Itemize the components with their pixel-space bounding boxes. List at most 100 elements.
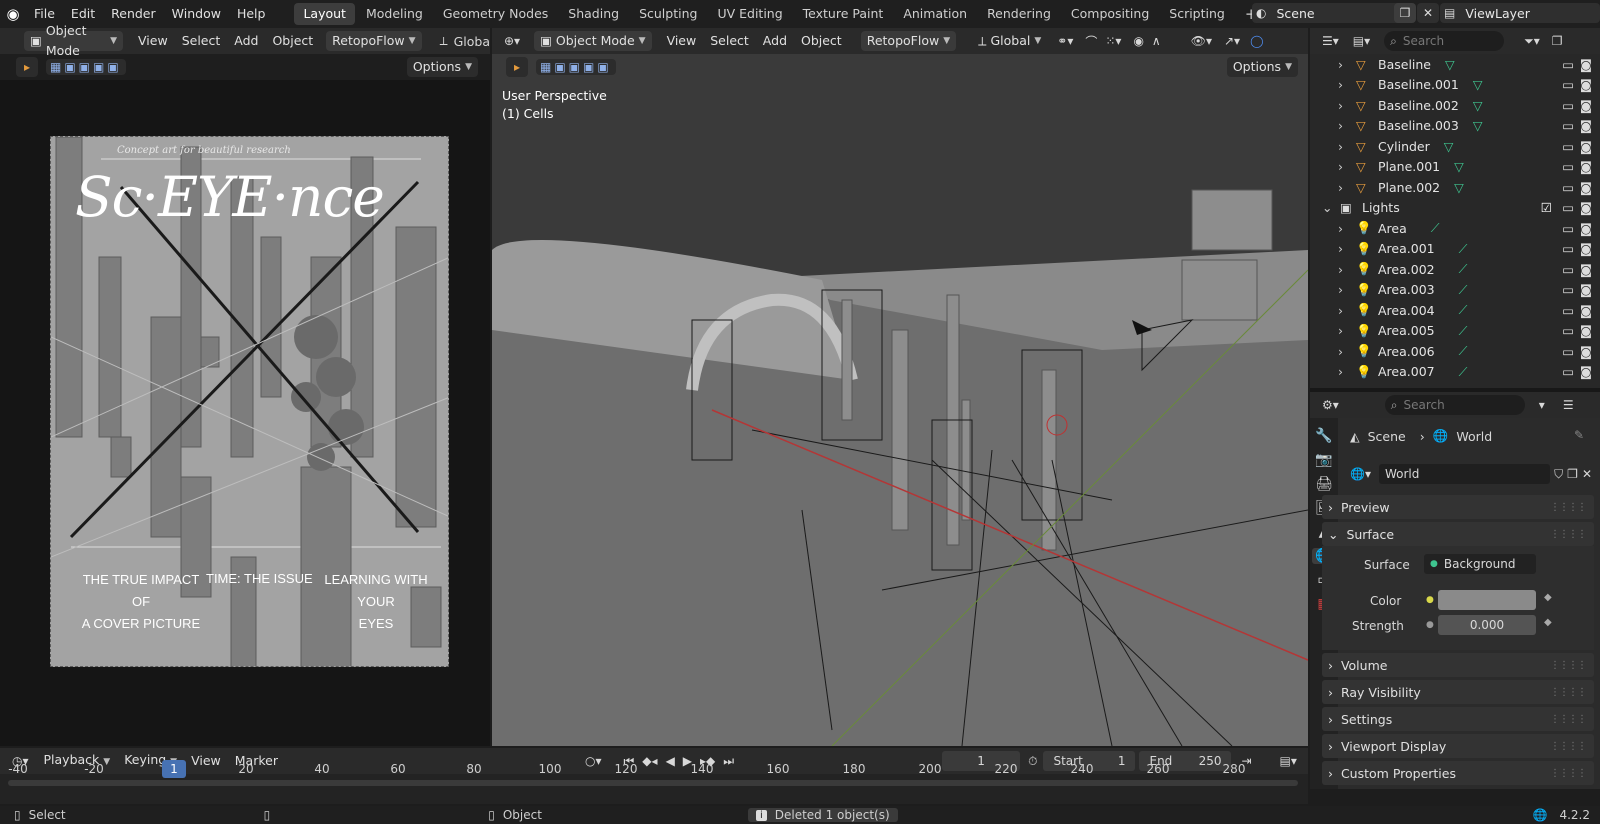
expand-arrow-icon[interactable]: › bbox=[1338, 98, 1352, 113]
outliner-row-area-002[interactable]: › 💡 Area.002 ⟋ ▭ ◙ bbox=[1310, 259, 1600, 280]
outliner-row-area[interactable]: › 💡 Area ⟋ ▭ ◙ bbox=[1310, 218, 1600, 239]
viewport-toggle-icon[interactable]: ▭ bbox=[1562, 344, 1574, 359]
tab-scripting[interactable]: Scripting bbox=[1160, 3, 1234, 25]
outliner-item-label[interactable]: Area.004 bbox=[1378, 303, 1435, 318]
tab-animation[interactable]: Animation bbox=[894, 3, 976, 25]
auto-key-icon[interactable]: ○▾ bbox=[585, 754, 602, 768]
outliner-item-label[interactable]: Area.002 bbox=[1378, 262, 1435, 277]
tab-sculpting[interactable]: Sculpting bbox=[630, 3, 706, 25]
viewport-options-dropdown[interactable]: Options ▼ bbox=[1226, 57, 1298, 77]
viewport-toggle-icon[interactable]: ▭ bbox=[1562, 77, 1574, 92]
render-toggle-icon[interactable]: ◙ bbox=[1580, 323, 1592, 338]
drag-grip-icon[interactable]: ⋮⋮⋮⋮ bbox=[1550, 741, 1587, 752]
outliner-row-lights[interactable]: ⌄ ▣ Lights ☑ ▭ ◙ bbox=[1310, 198, 1600, 219]
tab-shading[interactable]: Shading bbox=[559, 3, 628, 25]
list-icon[interactable]: ☰ bbox=[1563, 398, 1574, 412]
object-mode-dropdown[interactable]: ▣ Object Mode ▼ bbox=[24, 23, 124, 58]
strength-field[interactable]: 0.000 bbox=[1438, 615, 1536, 635]
render-toggle-icon[interactable]: ◙ bbox=[1580, 262, 1592, 277]
outliner-item-label[interactable]: Lights bbox=[1362, 200, 1400, 215]
expand-arrow-icon[interactable]: › bbox=[1338, 344, 1352, 359]
viewport-menu-view[interactable]: View bbox=[660, 28, 704, 54]
transform-orientation-dropdown[interactable]: ⟂ Global ▼ bbox=[972, 31, 1047, 51]
viewport-select-tool-icon[interactable]: ▸ bbox=[506, 57, 528, 77]
outliner-item-label[interactable]: Area bbox=[1378, 221, 1407, 236]
current-frame-indicator[interactable]: 1 bbox=[162, 760, 186, 778]
menu-add[interactable]: Add bbox=[227, 28, 265, 54]
menu-window[interactable]: Window bbox=[164, 0, 229, 28]
expand-arrow-icon[interactable]: › bbox=[1338, 159, 1352, 174]
viewport-toggle-icon[interactable]: ▭ bbox=[1562, 118, 1574, 133]
outliner-item-label[interactable]: Area.005 bbox=[1378, 323, 1435, 338]
expand-arrow-icon[interactable]: › bbox=[1338, 221, 1352, 236]
expand-arrow-icon[interactable]: › bbox=[1338, 77, 1352, 92]
select-tool-icon[interactable]: ▸ bbox=[16, 57, 38, 77]
color-swatch[interactable] bbox=[1438, 590, 1536, 610]
expand-arrow-icon[interactable]: ⌄ bbox=[1322, 200, 1336, 215]
menu-help[interactable]: Help bbox=[229, 0, 274, 28]
drag-grip-icon[interactable]: ⋮⋮⋮⋮ bbox=[1550, 660, 1587, 671]
chevron-down-icon[interactable]: ▾ bbox=[1539, 398, 1545, 412]
duplicate-icon[interactable]: ❐ bbox=[1567, 467, 1578, 481]
3d-viewport[interactable]: ⊕▾ ▣ Object Mode ▼ View Select Add Objec… bbox=[492, 28, 1308, 746]
delete-scene-button[interactable]: ✕ bbox=[1417, 3, 1439, 23]
timeline-menu-view[interactable]: View bbox=[184, 748, 228, 774]
outliner-row-area-005[interactable]: › 💡 Area.005 ⟋ ▭ ◙ bbox=[1310, 321, 1600, 342]
panel-ray-visibility[interactable]: › Ray Visibility ⋮⋮⋮⋮ bbox=[1322, 680, 1594, 704]
render-toggle-icon[interactable]: ◙ bbox=[1580, 139, 1592, 154]
surface-shader-field[interactable]: ● Background bbox=[1424, 554, 1536, 574]
jump-end-icon[interactable]: ⏭ bbox=[723, 754, 734, 769]
outliner-row-plane-001[interactable]: › ▽ Plane.001 ▽ ▭ ◙ bbox=[1310, 157, 1600, 178]
stopwatch-icon[interactable]: ⏱ bbox=[1028, 754, 1037, 769]
panel-surface[interactable]: ⌄ Surface ⋮⋮⋮⋮ bbox=[1322, 522, 1594, 546]
outliner-row-area-003[interactable]: › 💡 Area.003 ⟋ ▭ ◙ bbox=[1310, 280, 1600, 301]
viewport-toggle-icon[interactable]: ▭ bbox=[1562, 57, 1574, 72]
render-toggle-icon[interactable]: ◙ bbox=[1580, 200, 1592, 215]
timeline-view-icon[interactable]: ▤▾ bbox=[1280, 754, 1297, 768]
orientation-icon[interactable]: ⟂ bbox=[440, 34, 448, 49]
outliner-item-label[interactable]: Area.007 bbox=[1378, 364, 1435, 379]
editor-type-icon[interactable]: ⊕▾ bbox=[504, 34, 520, 48]
outliner-editor-icon[interactable]: ☰▾ bbox=[1322, 34, 1339, 48]
render-toggle-icon[interactable]: ◙ bbox=[1580, 77, 1592, 92]
expand-arrow-icon[interactable]: › bbox=[1338, 282, 1352, 297]
render-toggle-icon[interactable]: ◙ bbox=[1580, 241, 1592, 256]
tab-texture-paint[interactable]: Texture Paint bbox=[794, 3, 893, 25]
output-tab-icon[interactable]: 🖨 bbox=[1315, 476, 1333, 492]
panel-custom-properties[interactable]: › Custom Properties ⋮⋮⋮⋮ bbox=[1322, 761, 1594, 785]
drag-grip-icon[interactable]: ⋮⋮⋮⋮ bbox=[1550, 502, 1587, 513]
viewport-toggle-icon[interactable]: ▭ bbox=[1562, 364, 1574, 379]
tab-uv-editing[interactable]: UV Editing bbox=[708, 3, 791, 25]
expand-arrow-icon[interactable]: › bbox=[1338, 364, 1352, 379]
unlink-icon[interactable]: ✕ bbox=[1582, 467, 1592, 481]
strength-keyframe-icon[interactable]: ◆ bbox=[1544, 617, 1552, 628]
view-layer-selector[interactable]: ▤ ViewLayer bbox=[1440, 3, 1600, 23]
drag-grip-icon[interactable]: ⋮⋮⋮⋮ bbox=[1550, 529, 1587, 540]
prev-keyframe-icon[interactable]: ◆◂ bbox=[642, 754, 657, 769]
outliner-row-baseline-003[interactable]: › ▽ Baseline.003 ▽ ▭ ◙ bbox=[1310, 116, 1600, 137]
viewport-toggle-icon[interactable]: ▭ bbox=[1562, 180, 1574, 195]
options-dropdown[interactable]: Options ▼ bbox=[406, 57, 478, 77]
viewport-toggle-icon[interactable]: ▭ bbox=[1562, 241, 1574, 256]
gizmo-icon[interactable]: ↗▾ bbox=[1224, 34, 1240, 48]
tool-tab-icon[interactable]: 🔧 bbox=[1315, 428, 1332, 444]
panel-settings[interactable]: › Settings ⋮⋮⋮⋮ bbox=[1322, 707, 1594, 731]
expand-arrow-icon[interactable]: › bbox=[1338, 57, 1352, 72]
viewport-retopoflow-dropdown[interactable]: RetopoFlow ▼ bbox=[860, 31, 957, 51]
render-tab-icon[interactable]: 📷 bbox=[1315, 452, 1332, 468]
pivot-icon[interactable]: ⚭▾ bbox=[1057, 34, 1073, 48]
outliner-search-field[interactable]: ⌕ Search bbox=[1384, 31, 1505, 51]
tab-compositing[interactable]: Compositing bbox=[1062, 3, 1158, 25]
outliner-item-label[interactable]: Area.006 bbox=[1378, 344, 1435, 359]
render-toggle-icon[interactable]: ◙ bbox=[1580, 98, 1592, 113]
drag-grip-icon[interactable]: ⋮⋮⋮⋮ bbox=[1550, 768, 1587, 779]
timeline-scrollbar[interactable] bbox=[8, 780, 1298, 786]
expand-arrow-icon[interactable]: › bbox=[1338, 303, 1352, 318]
new-collection-icon[interactable]: ❐ bbox=[1552, 34, 1563, 48]
pin-icon[interactable]: ✎ bbox=[1574, 428, 1584, 442]
expand-arrow-icon[interactable]: › bbox=[1338, 118, 1352, 133]
select-mode-buttons[interactable]: ▦▣▣▣▣ bbox=[46, 59, 126, 75]
outliner-item-label[interactable]: Plane.001 bbox=[1378, 159, 1440, 174]
overlay-icon[interactable]: ◯ bbox=[1250, 34, 1263, 48]
viewport-toggle-icon[interactable]: ▭ bbox=[1562, 262, 1574, 277]
